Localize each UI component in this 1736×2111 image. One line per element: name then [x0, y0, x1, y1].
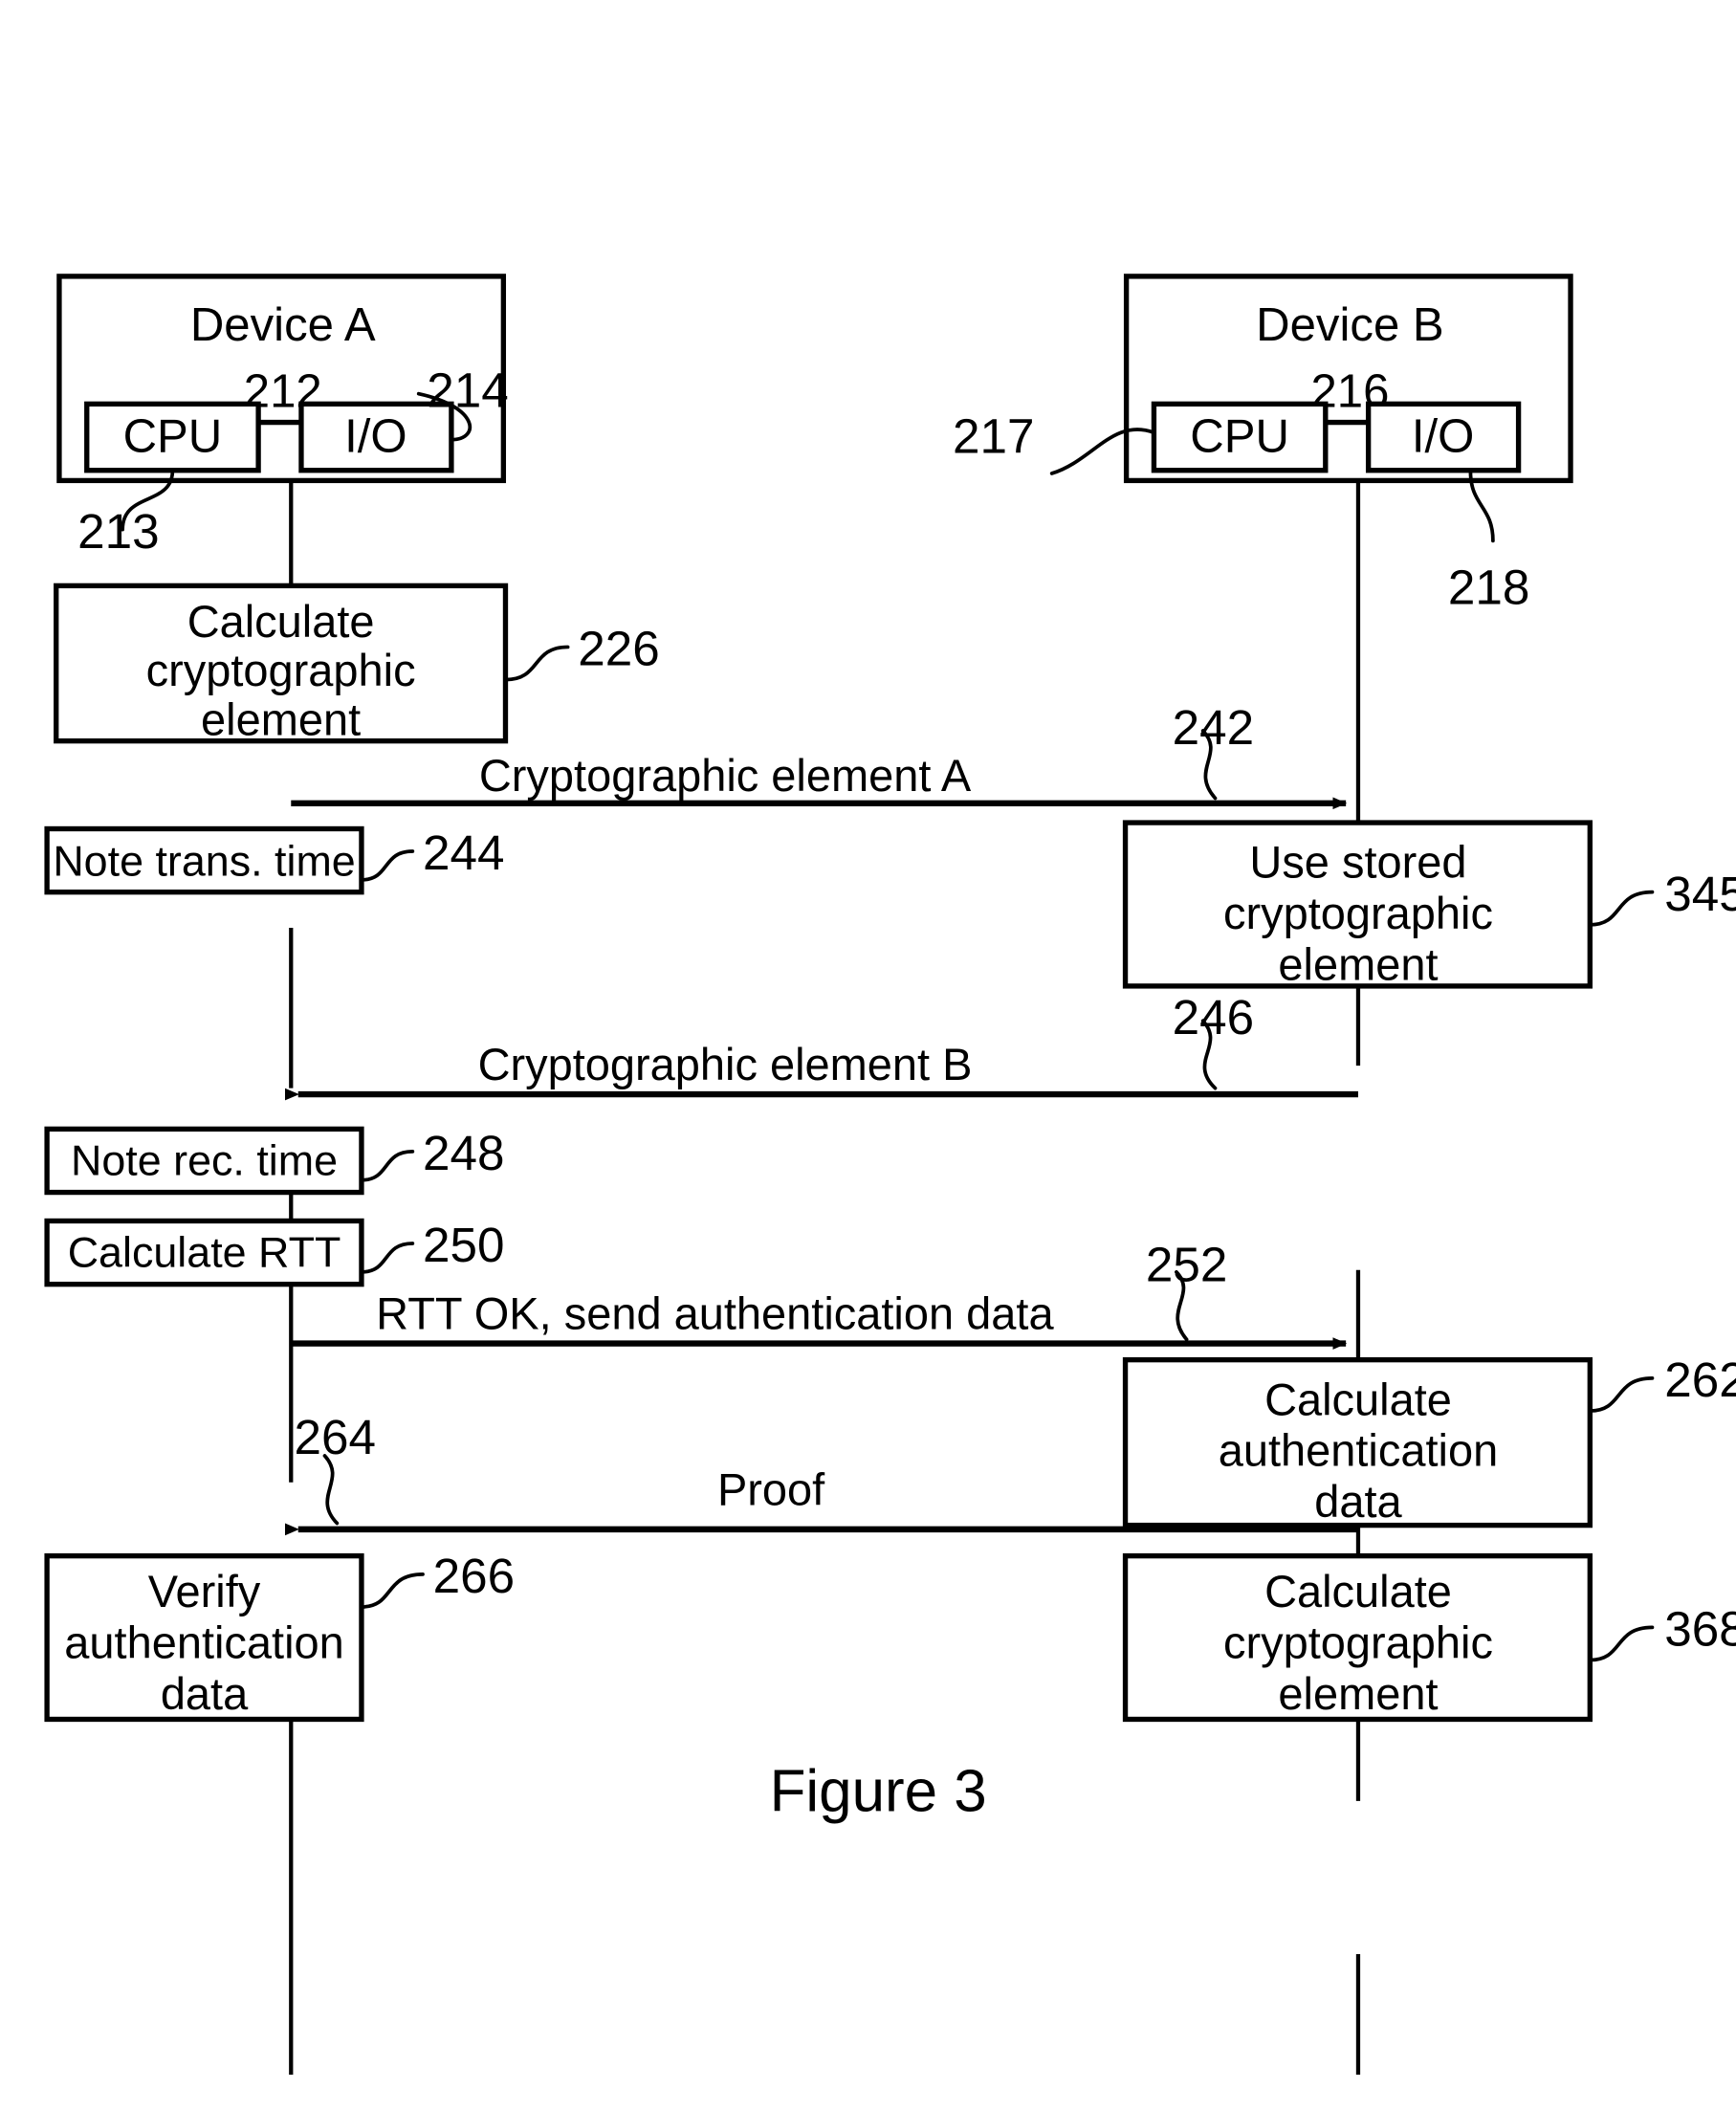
ref-262-label: 262: [1664, 1352, 1736, 1407]
ref-226-leader: 226: [503, 622, 660, 682]
patent-figure-3: Device A 212 CPU I/O 214 213 Device B 21…: [0, 0, 1736, 2111]
ref-266-label: 266: [433, 1549, 515, 1603]
ref-218-leader: 218: [1448, 469, 1529, 615]
ref-368-leader: 368: [1588, 1602, 1736, 1662]
device-a-title: Device A: [190, 299, 376, 351]
sequence-diagram-canvas: Device A 212 CPU I/O 214 213 Device B 21…: [44, 274, 1736, 2076]
ref-248-label: 248: [423, 1126, 504, 1180]
ref-262-leader: 262: [1588, 1352, 1736, 1413]
step-226-line-1: Calculate: [187, 596, 375, 647]
msg-264-ref: 264: [294, 1410, 375, 1464]
step-345-line-3: element: [1278, 938, 1438, 989]
step-244-line-1: Note trans. time: [53, 837, 355, 886]
step-368-line-1: Calculate: [1264, 1566, 1452, 1616]
step-250-box: Calculate RTT: [44, 1218, 364, 1287]
device-b-io-label: I/O: [1412, 411, 1475, 463]
msg-264-label: Proof: [717, 1463, 825, 1514]
step-368-box: Calculate cryptographic element: [1122, 1552, 1593, 1723]
device-a-io-label: I/O: [344, 411, 407, 463]
figure-caption: Figure 3: [770, 1759, 987, 1825]
step-345-box: Use stored cryptographic element: [1122, 820, 1593, 989]
ref-345-leader: 345: [1588, 867, 1736, 927]
ref-218-label: 218: [1448, 561, 1529, 615]
msg-252-ref: 252: [1146, 1237, 1227, 1291]
step-266-line-2: authentication: [64, 1616, 343, 1667]
ref-226-label: 226: [578, 622, 659, 676]
ref-368-label: 368: [1664, 1602, 1736, 1657]
ref-248-leader: 248: [360, 1126, 504, 1182]
device-b-title: Device B: [1256, 299, 1444, 351]
step-368-line-3: element: [1278, 1668, 1438, 1719]
step-226-line-3: element: [201, 693, 361, 744]
ref-250-leader: 250: [360, 1218, 504, 1274]
device-b-cpu-label: CPU: [1190, 411, 1289, 463]
step-345-line-2: cryptographic: [1223, 888, 1493, 938]
ref-217-label: 217: [953, 409, 1034, 464]
msg-242-ref: 242: [1173, 700, 1254, 755]
ref-250-label: 250: [423, 1218, 504, 1272]
step-262-box: Calculate authentication data: [1122, 1356, 1593, 1528]
ref-217-leader: 217: [953, 409, 1156, 475]
step-266-line-3: data: [161, 1668, 249, 1719]
msg-246-label: Cryptographic element B: [478, 1039, 973, 1089]
step-244-box: Note trans. time: [44, 825, 364, 895]
step-226-line-2: cryptographic: [146, 645, 416, 695]
step-262-line-1: Calculate: [1264, 1374, 1452, 1424]
step-262-line-2: authentication: [1219, 1425, 1498, 1476]
step-226-box: Calculate cryptographic element: [54, 583, 509, 744]
ref-213-label: 213: [77, 504, 159, 559]
ref-266-leader: 266: [360, 1549, 515, 1609]
step-262-line-3: data: [1314, 1476, 1402, 1527]
step-250-line-1: Calculate RTT: [68, 1228, 341, 1277]
ref-345-label: 345: [1664, 867, 1736, 921]
step-266-line-1: Verify: [148, 1566, 261, 1616]
device-b-box: Device B 216 CPU I/O: [1123, 274, 1573, 484]
ref-244-leader: 244: [360, 825, 504, 882]
ref-213-leader: 213: [77, 468, 175, 559]
step-368-line-2: cryptographic: [1223, 1616, 1493, 1667]
step-248-line-1: Note rec. time: [71, 1135, 338, 1184]
device-a-cpu-label: CPU: [123, 411, 223, 463]
step-248-box: Note rec. time: [44, 1126, 364, 1196]
step-266-box: Verify authentication data: [44, 1552, 364, 1723]
ref-244-label: 244: [423, 825, 504, 880]
ref-214-label: 214: [427, 363, 508, 418]
msg-252-label: RTT OK, send authentication data: [376, 1288, 1054, 1339]
step-345-line-1: Use stored: [1249, 837, 1466, 888]
msg-246: Cryptographic element B 246: [284, 990, 1358, 1101]
msg-246-ref: 246: [1173, 990, 1254, 1045]
msg-242-label: Cryptographic element A: [479, 750, 972, 801]
